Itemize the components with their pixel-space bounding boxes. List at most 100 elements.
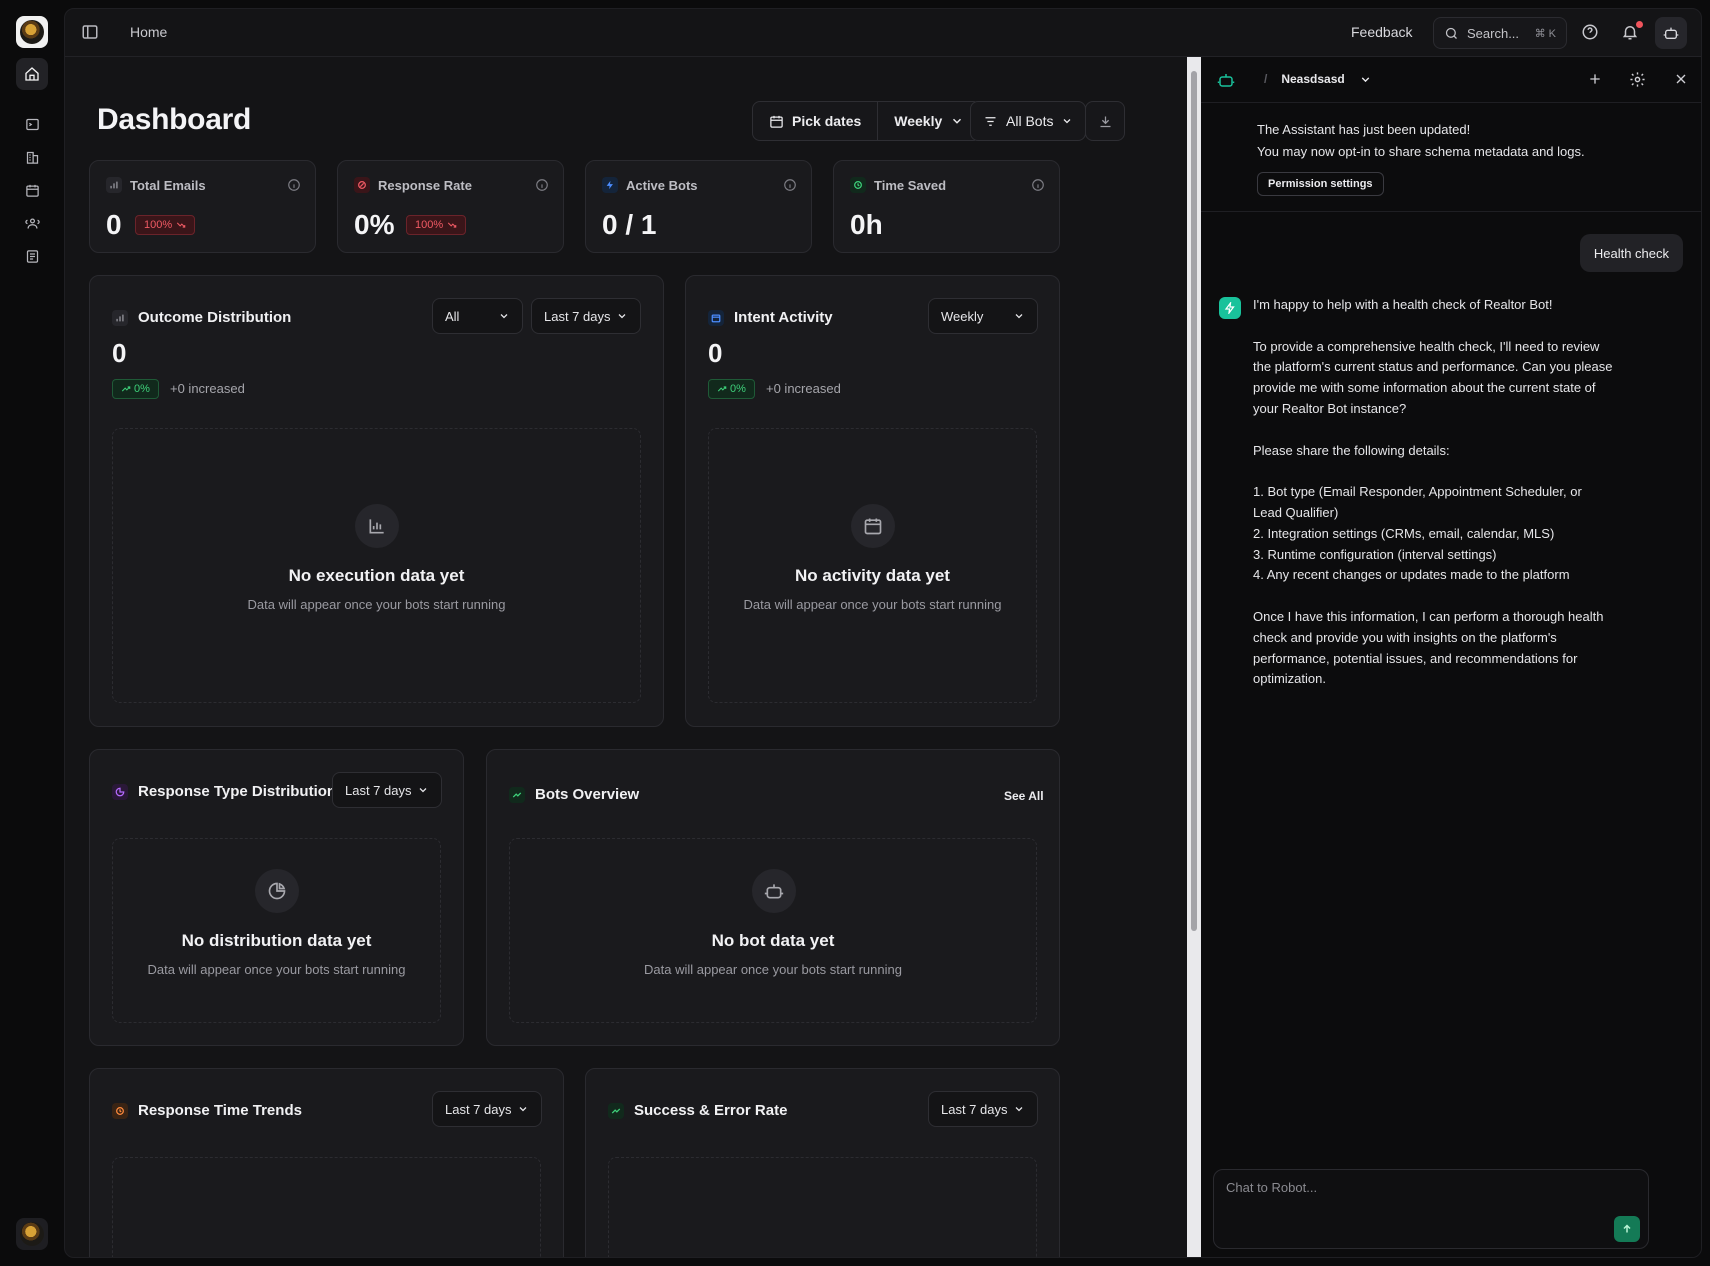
chevron-down-icon — [419, 788, 427, 793]
message-paragraph: Once I have this information, I can perf… — [1253, 608, 1604, 687]
send-button[interactable] — [1614, 1216, 1640, 1242]
lightning-icon — [602, 177, 618, 193]
stat-label: Total Emails — [130, 177, 206, 193]
avatar-image — [20, 1222, 44, 1246]
empty-subtitle: Data will appear once your bots start ru… — [743, 597, 1002, 612]
stat-value: 0 / 1 — [602, 209, 657, 240]
building-icon[interactable] — [16, 141, 48, 173]
outcome-title: Outcome Distribution — [138, 309, 292, 326]
close-icon[interactable] — [1673, 71, 1691, 89]
intent-range-select[interactable]: Weekly — [928, 298, 1038, 334]
change-text: +0 increased — [766, 381, 841, 396]
message-list: 1. Bot type (Email Responder, Appointmen… — [1253, 482, 1613, 586]
clock-icon — [112, 1102, 128, 1119]
home-icon[interactable] — [16, 58, 48, 90]
download-button[interactable] — [1085, 101, 1125, 141]
outcome-filter-select[interactable]: All — [432, 298, 523, 334]
document-icon[interactable] — [16, 240, 48, 272]
success-error-rate-card: Success & Error Rate Last 7 days — [585, 1068, 1060, 1257]
assistant-toggle-button[interactable] — [1655, 17, 1687, 49]
terminal-icon[interactable] — [16, 108, 48, 140]
change-badge: 100% — [406, 215, 467, 235]
intent-value: 0 — [708, 338, 723, 368]
stat-value: 0% — [354, 209, 395, 240]
select-value: Weekly — [941, 308, 984, 324]
info-icon[interactable] — [535, 178, 549, 192]
page-title: Dashboard — [97, 103, 251, 136]
bots-filter-label: All Bots — [1006, 113, 1054, 129]
response-time-title: Response Time Trends — [138, 1102, 302, 1119]
calendar-icon — [851, 504, 895, 548]
card-title: Bots Overview — [509, 786, 639, 803]
user-message: Health check — [1579, 234, 1683, 272]
outcome-range-select[interactable]: Last 7 days — [531, 298, 641, 334]
change-badge: 0% — [112, 379, 159, 399]
response-time-range-select[interactable]: Last 7 days — [432, 1091, 542, 1127]
chevron-down-icon — [1064, 119, 1071, 124]
intent-activity-card: Intent Activity Weekly 0 0% +0 increased… — [685, 275, 1060, 727]
permission-settings-button[interactable]: Permission settings — [1257, 172, 1384, 196]
select-value: Last 7 days — [941, 1101, 1008, 1117]
stat-header: Response Rate — [354, 177, 472, 193]
search-icon — [1445, 27, 1457, 39]
calendar-icon — [708, 309, 724, 326]
user-avatar[interactable] — [16, 1218, 48, 1250]
calendar-icon[interactable] — [16, 174, 48, 206]
bot-selector[interactable]: / Neasdsasd — [1264, 72, 1372, 86]
list-item: 4. Any recent changes or updates made to… — [1253, 567, 1570, 583]
message-paragraph: Please share the following details: — [1253, 442, 1450, 458]
plus-icon[interactable] — [1587, 71, 1605, 89]
card-title: Response Time Trends — [112, 1102, 302, 1119]
separator: / — [1264, 72, 1268, 86]
users-icon[interactable] — [16, 207, 48, 239]
stat-label: Time Saved — [874, 177, 947, 193]
search-button[interactable]: Search... ⌘ K — [1433, 17, 1567, 49]
download-icon — [1100, 116, 1110, 127]
bots-filter-button[interactable]: All Bots — [970, 101, 1087, 141]
chat-composer — [1213, 1169, 1649, 1249]
dashboard-content: Dashboard Pick dates Weekly All Bots Tot… — [65, 57, 1187, 1257]
pie-chart-icon — [255, 869, 299, 913]
stat-header: Total Emails — [106, 177, 206, 193]
change-badge-value: 0% — [134, 383, 150, 395]
card-title: Intent Activity — [708, 309, 833, 326]
list-item: 2. Integration settings (CRMs, email, ca… — [1253, 525, 1555, 541]
stat-value: 0 — [106, 209, 122, 240]
chevron-down-icon — [953, 118, 962, 124]
target-icon — [354, 177, 370, 193]
stat-card-total-emails: Total Emails 0 100% — [89, 160, 316, 253]
stat-label: Active Bots — [626, 177, 698, 193]
date-range-controls: Pick dates Weekly — [752, 101, 982, 141]
info-icon[interactable] — [287, 178, 301, 192]
help-icon[interactable] — [1581, 23, 1601, 43]
feedback-link[interactable]: Feedback — [1351, 24, 1412, 40]
chat-input[interactable] — [1226, 1180, 1626, 1195]
success-error-title: Success & Error Rate — [634, 1102, 788, 1119]
breadcrumb[interactable]: Home — [130, 24, 167, 40]
empty-title: No activity data yet — [795, 566, 950, 585]
calendar-icon — [770, 115, 783, 128]
chevron-down-icon — [618, 314, 626, 319]
response-time-trends-card: Response Time Trends Last 7 days — [89, 1068, 564, 1257]
response-type-title: Response Type Distribution — [138, 783, 337, 800]
card-title: Outcome Distribution — [112, 309, 291, 326]
see-all-link[interactable]: See All — [1004, 789, 1044, 803]
period-select[interactable]: Weekly — [877, 102, 980, 140]
pick-dates-button[interactable]: Pick dates — [753, 102, 877, 140]
info-icon[interactable] — [783, 178, 797, 192]
filter-icon — [985, 116, 996, 126]
empty-subtitle: Data will appear once your bots start ru… — [147, 962, 406, 977]
dashboard-scrollbar[interactable] — [1187, 57, 1201, 1257]
scrollbar-thumb[interactable] — [1191, 71, 1197, 931]
divider — [1201, 211, 1701, 212]
gear-icon[interactable] — [1629, 71, 1647, 89]
sidebar-toggle-icon[interactable] — [81, 23, 101, 43]
response-type-range-select[interactable]: Last 7 days — [332, 772, 442, 808]
logo-mark — [20, 20, 44, 44]
app-logo[interactable] — [16, 16, 48, 48]
empty-subtitle: Data will appear once your bots start ru… — [644, 962, 902, 977]
success-error-range-select[interactable]: Last 7 days — [928, 1091, 1038, 1127]
stat-header: Time Saved — [850, 177, 946, 193]
notification-bell-icon[interactable] — [1621, 21, 1643, 43]
info-icon[interactable] — [1031, 178, 1045, 192]
